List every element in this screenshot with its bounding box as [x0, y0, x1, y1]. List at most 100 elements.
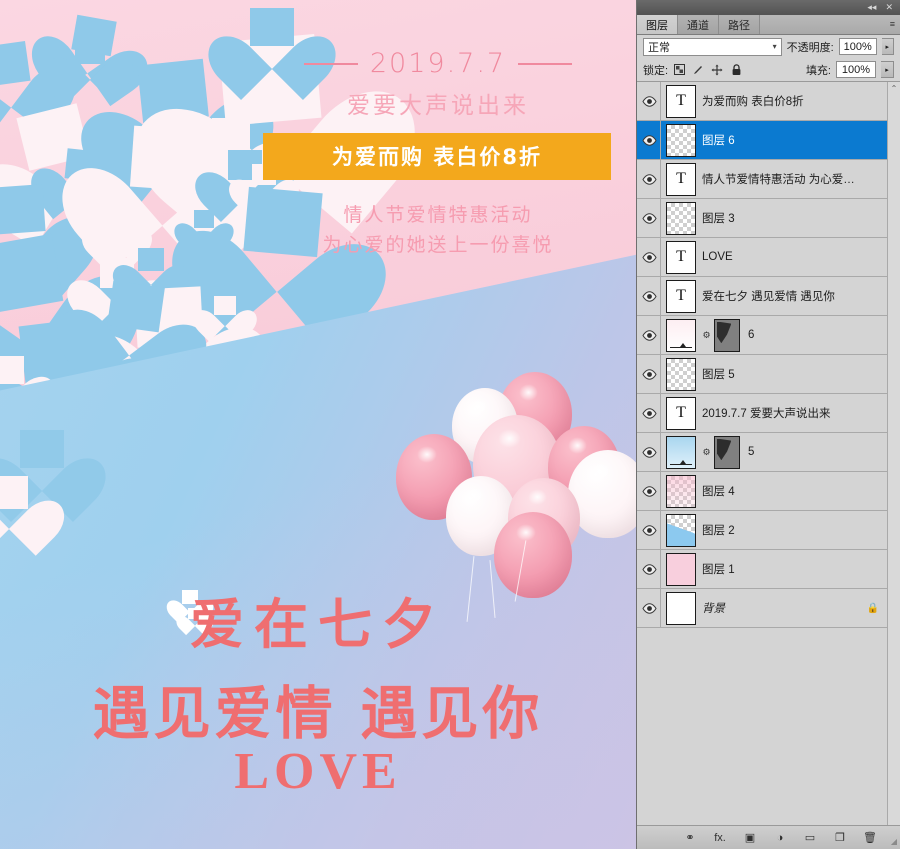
layer-mask-thumbnail[interactable] — [714, 435, 740, 469]
layer-visibility-icon[interactable] — [639, 237, 661, 277]
opacity-stepper[interactable]: ▸ — [881, 38, 894, 55]
layer-row[interactable]: ⚙ 5 — [637, 432, 887, 472]
tab-channels[interactable]: 通道 — [678, 15, 719, 34]
layer-visibility-icon[interactable] — [639, 120, 661, 160]
layer-row[interactable]: T 2019.7.7 爱要大声说出来 — [637, 393, 887, 433]
poster-date: 2019.7.7 — [369, 48, 507, 79]
blend-mode-select[interactable]: 正常 ▾ — [643, 37, 782, 56]
layer-row[interactable]: 图层 5 — [637, 354, 887, 394]
layer-thumbnail[interactable] — [666, 591, 696, 625]
layer-name: 图层 4 — [702, 486, 735, 498]
chevron-down-icon: ▾ — [772, 42, 777, 51]
layer-visibility-icon[interactable] — [639, 82, 661, 121]
poster-title-3: LOVE — [234, 743, 402, 800]
layer-row[interactable]: T 情人节爱情特惠活动 为心爱… — [637, 159, 887, 199]
layer-thumbnail[interactable] — [666, 318, 696, 352]
layer-thumbnail[interactable] — [666, 513, 696, 547]
link-layers-button[interactable]: ⚭ — [682, 830, 698, 846]
layer-thumbnail[interactable]: T — [666, 240, 696, 274]
poster-artwork: 2019.7.7 爱要大声说出来 为爱而购 表白价8折 情人节爱情特惠活动 为心… — [0, 0, 636, 849]
layer-thumbnail[interactable] — [666, 435, 696, 469]
heart-white — [0, 476, 28, 509]
layer-name: 背景 — [702, 603, 725, 615]
mask-link-icon[interactable]: ⚙ — [702, 447, 711, 458]
layer-row[interactable]: T 爱在七夕 遇见爱情 遇见你 — [637, 276, 887, 316]
blend-mode-value: 正常 — [648, 41, 670, 54]
poster-title-1: 爱在七夕 — [190, 593, 446, 656]
collapse-icon[interactable]: ◂◂ — [867, 2, 876, 13]
close-icon[interactable]: ✕ — [885, 2, 893, 13]
layer-row[interactable]: T LOVE — [637, 237, 887, 277]
layer-thumbnail[interactable] — [666, 201, 696, 235]
layer-name: LOVE — [702, 251, 733, 263]
layer-visibility-icon[interactable] — [639, 471, 661, 511]
adjustment-layer-button[interactable]: ◑ — [772, 830, 788, 846]
document-canvas[interactable]: 2019.7.7 爱要大声说出来 为爱而购 表白价8折 情人节爱情特惠活动 为心… — [0, 0, 636, 849]
layer-name: 5 — [748, 446, 755, 458]
layer-visibility-icon[interactable] — [639, 276, 661, 316]
layer-thumbnail[interactable]: T — [666, 396, 696, 430]
layer-visibility-icon[interactable] — [639, 354, 661, 394]
layer-visibility-icon[interactable] — [639, 432, 661, 472]
layer-visibility-icon[interactable] — [639, 159, 661, 199]
layer-visibility-icon[interactable] — [639, 588, 661, 628]
heart-white — [214, 296, 236, 315]
new-layer-button[interactable]: ❐ — [832, 830, 848, 846]
lock-fill-row: 锁定: 填充: 100% ▸ — [637, 58, 900, 81]
photoshop-window: 2019.7.7 爱要大声说出来 为爱而购 表白价8折 情人节爱情特惠活动 为心… — [0, 0, 900, 849]
layer-name: 6 — [748, 329, 755, 341]
layers-scrollbar[interactable]: ⌃ — [887, 82, 900, 825]
layer-mask-thumbnail[interactable] — [714, 318, 740, 352]
layer-style-button[interactable]: fx. — [712, 830, 728, 846]
layer-row[interactable]: T 为爱而购 表白价8折 — [637, 82, 887, 121]
layer-thumbnail[interactable]: T — [666, 162, 696, 196]
poster-subtitle-top: 爱要大声说出来 — [347, 93, 529, 119]
layer-thumbnail[interactable] — [666, 357, 696, 391]
tab-paths[interactable]: 路径 — [719, 15, 760, 34]
layer-thumbnail[interactable] — [666, 123, 696, 157]
delete-layer-button[interactable]: 🗑 — [862, 830, 878, 846]
move-lock-icon[interactable] — [711, 64, 723, 76]
layer-visibility-icon[interactable] — [639, 549, 661, 589]
layer-thumbnail[interactable]: T — [666, 84, 696, 118]
layer-visibility-icon[interactable] — [639, 315, 661, 355]
layer-thumbnail[interactable]: T — [666, 279, 696, 313]
layer-name: 图层 1 — [702, 564, 735, 576]
layer-mask-button[interactable]: ▣ — [742, 830, 758, 846]
layer-row[interactable]: 图层 4 — [637, 471, 887, 511]
heart-blue — [0, 184, 46, 235]
resize-grip[interactable]: ◢ — [891, 837, 897, 846]
poster-promo-banner: 为爱而购 表白价8折 — [263, 133, 611, 180]
layer-row[interactable]: 图层 2 — [637, 510, 887, 550]
fill-input[interactable]: 100% — [836, 61, 876, 78]
layer-row[interactable]: 背景 🔒 — [637, 588, 887, 628]
layer-row[interactable]: ⚙ 6 — [637, 315, 887, 355]
fill-stepper[interactable]: ▸ — [881, 61, 894, 78]
layer-visibility-icon[interactable] — [639, 393, 661, 433]
layer-row[interactable]: 图层 6 — [637, 120, 887, 160]
layer-name: 图层 3 — [702, 213, 735, 225]
all-lock-icon[interactable] — [730, 63, 742, 76]
heart-blue — [194, 210, 214, 228]
layer-row[interactable]: 图层 3 — [637, 198, 887, 238]
opacity-label: 不透明度: — [786, 41, 834, 54]
new-group-button[interactable]: ▭ — [802, 830, 818, 846]
layer-thumbnail[interactable] — [666, 552, 696, 586]
heart-blue — [0, 40, 31, 88]
brush-lock-icon[interactable] — [692, 64, 704, 76]
poster-title-2: 遇见爱情 遇见你 — [92, 681, 544, 747]
tab-layers[interactable]: 图层 — [637, 15, 678, 34]
transparency-lock-icon[interactable] — [673, 64, 685, 76]
promo-line-1: 情人节爱情特惠活动 — [343, 204, 533, 226]
mask-link-icon[interactable]: ⚙ — [702, 330, 711, 341]
scroll-up-icon[interactable]: ⌃ — [891, 82, 898, 93]
layer-row[interactable]: 图层 1 — [637, 549, 887, 589]
panel-menu-icon[interactable]: ≡ — [890, 19, 895, 29]
layer-thumbnail[interactable] — [666, 474, 696, 508]
poster-header: 2019.7.7 爱要大声说出来 为爱而购 表白价8折 情人节爱情特惠活动 为心… — [263, 48, 611, 260]
opacity-input[interactable]: 100% — [838, 38, 877, 55]
date-row: 2019.7.7 — [268, 48, 608, 79]
layer-list: T 为爱而购 表白价8折 图层 6 T 情人节爱情特惠活动 为心爱… 图层 3 T LOVE T… — [637, 82, 887, 825]
layer-visibility-icon[interactable] — [639, 510, 661, 550]
layer-visibility-icon[interactable] — [639, 198, 661, 238]
